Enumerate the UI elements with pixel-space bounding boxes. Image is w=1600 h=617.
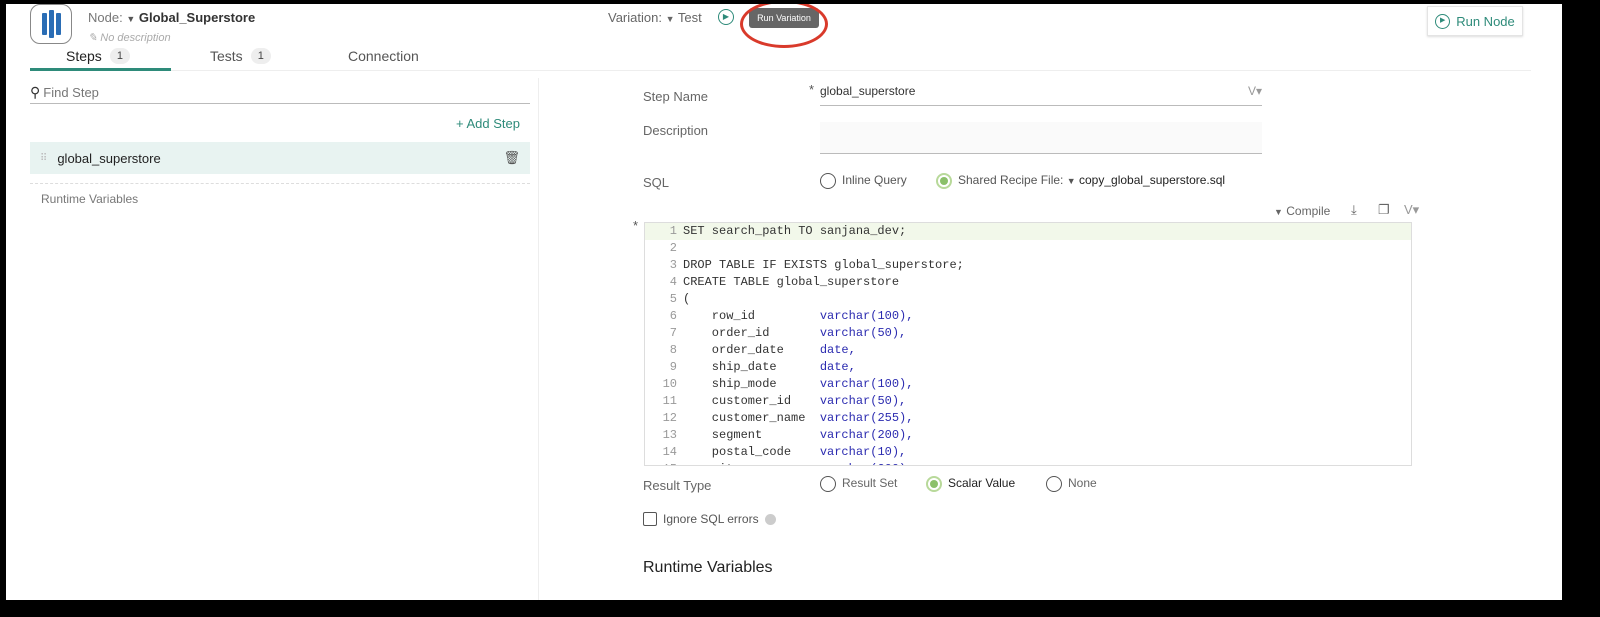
result-set-radio[interactable]: Result Set (820, 476, 897, 492)
scalar-value-radio[interactable]: Scalar Value (926, 476, 1015, 492)
find-step-input[interactable]: ⚲ Find Step (30, 82, 530, 104)
sql-editor[interactable]: 1 SET search_path TO sanjana_dev; 2 3 DROP T… (644, 222, 1412, 466)
copy-icon[interactable]: ❐ (1378, 202, 1390, 218)
play-icon: ▶ (1435, 13, 1451, 29)
variation-label: Variation: (608, 10, 662, 25)
node-dropdown-icon[interactable]: ▼ (126, 14, 135, 24)
inline-query-radio[interactable]: Inline Query (820, 173, 907, 189)
tab-steps[interactable]: Steps 1 (66, 48, 130, 64)
code-line: 2 (669, 241, 677, 255)
description-placeholder[interactable]: No description (100, 32, 170, 44)
shared-recipe-radio[interactable]: Shared Recipe File: ▼ copy_global_supers… (936, 173, 1225, 189)
recipe-file-select[interactable]: copy_global_superstore.sql (1079, 173, 1225, 187)
annotation-circle (740, 4, 828, 48)
panel-divider (538, 78, 539, 600)
description-label: Description (643, 123, 709, 138)
divider (171, 70, 1531, 71)
code-line: 7 order_id varchar(50), (669, 326, 907, 340)
compile-dropdown[interactable]: ▼ Compile (1274, 204, 1330, 218)
code-line: 8 order_date date, (669, 343, 856, 357)
app-window: Node: ▼ Global_Superstore ✎ No descripti… (6, 4, 1562, 600)
node-logo (30, 4, 72, 44)
divider (30, 183, 530, 184)
none-radio[interactable]: None (1046, 476, 1097, 492)
trash-icon[interactable]: 🗑 (503, 150, 520, 166)
add-step-button[interactable]: + Add Step (456, 116, 520, 131)
code-line: 12 customer_name varchar(255), (662, 411, 914, 425)
node-name[interactable]: Global_Superstore (139, 10, 255, 25)
info-icon (764, 513, 776, 525)
drag-handle-icon[interactable]: ⠿ (40, 153, 47, 164)
tab-connection[interactable]: Connection (348, 48, 419, 64)
code-line: 6 row_id varchar(100), (669, 309, 914, 323)
code-line: 10 ship_mode varchar(100), (662, 377, 914, 391)
download-icon[interactable]: ⤓ (1351, 202, 1357, 218)
runtime-variables-heading: Runtime Variables (643, 559, 773, 576)
variable-icon[interactable]: V▾ (1248, 84, 1262, 105)
variation-select[interactable]: Test (678, 10, 702, 25)
step-name-input[interactable]: global_superstore V▾ (820, 84, 1262, 106)
search-icon: ⚲ (30, 84, 41, 100)
variable-icon[interactable]: V▾ (1404, 202, 1419, 218)
runtime-variables-link[interactable]: Runtime Variables (41, 192, 138, 206)
tab-tests[interactable]: Tests 1 (210, 48, 271, 64)
code-line: 3 DROP TABLE IF EXISTS global_superstore; (669, 258, 964, 272)
result-type-label: Result Type (643, 478, 712, 493)
step-list-item[interactable]: ⠿ global_superstore 🗑 (30, 142, 530, 174)
pencil-icon[interactable]: ✎ (88, 32, 97, 44)
code-line: 11 customer_id varchar(50), (662, 394, 907, 408)
run-variation-icon[interactable]: ▶ (718, 9, 734, 25)
active-tab-indicator (30, 68, 171, 71)
code-line: 1 SET search_path TO sanjana_dev; (645, 223, 1411, 240)
code-line: 5( (669, 292, 691, 306)
run-node-button[interactable]: ▶ Run Node (1427, 6, 1523, 36)
code-line: 14 postal_code varchar(10), (662, 445, 907, 459)
code-line: 9 ship_date date, (669, 360, 856, 374)
variation-dropdown-icon[interactable]: ▼ (666, 14, 675, 24)
ignore-sql-errors-checkbox[interactable]: Ignore SQL errors (643, 512, 776, 526)
code-line: 15 city varchar(200), (645, 461, 1411, 465)
code-line: 4 CREATE TABLE global_superstore (669, 275, 900, 289)
description-textarea[interactable] (820, 122, 1262, 154)
step-name-label: Step Name (643, 89, 709, 104)
sql-label: SQL (643, 175, 670, 190)
node-label: Node: (88, 10, 123, 25)
code-line: 13 segment varchar(200), (662, 428, 914, 442)
